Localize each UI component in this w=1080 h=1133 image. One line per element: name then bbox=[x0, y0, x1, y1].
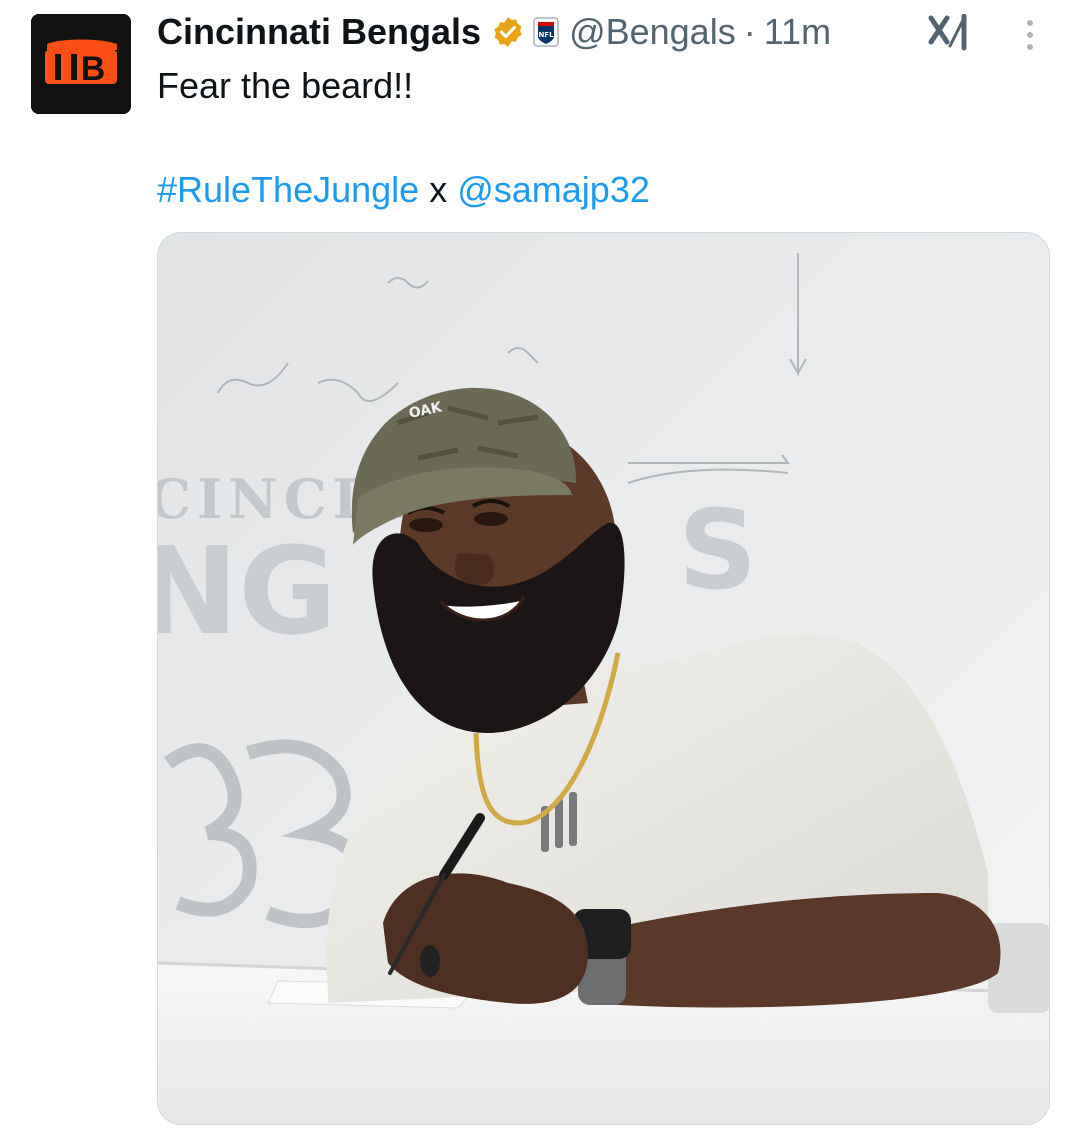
mention-link[interactable]: @samajp32 bbox=[457, 169, 650, 210]
tweet-media-image[interactable]: CINCINN NG S bbox=[157, 232, 1050, 1125]
grok-icon[interactable] bbox=[928, 14, 968, 52]
separator-dot: · bbox=[743, 11, 756, 52]
tweet-timestamp[interactable]: 11m bbox=[764, 11, 831, 53]
wall-text-s: S bbox=[678, 486, 757, 614]
author-handle[interactable]: @Bengals bbox=[569, 11, 736, 53]
tweet-text: Fear the beard!! bbox=[157, 65, 414, 106]
hashtag-link[interactable]: #RuleTheJungle bbox=[157, 169, 419, 210]
svg-text:NFL: NFL bbox=[539, 31, 555, 39]
nfl-affiliate-badge-icon[interactable]: NFL bbox=[533, 17, 559, 47]
more-vertical-icon[interactable] bbox=[1019, 18, 1041, 52]
tweet-links: #RuleTheJungle x @samajp32 bbox=[157, 164, 650, 216]
tweet-header: Cincinnati Bengals NFL @Bengals · 11m bbox=[157, 6, 831, 58]
wall-text-bengals: NG bbox=[158, 523, 337, 662]
photo-bearded-man-signing: CINCINN NG S bbox=[158, 233, 1049, 1124]
author-name[interactable]: Cincinnati Bengals bbox=[157, 11, 481, 53]
bengals-logo-icon: B bbox=[31, 14, 131, 114]
profile-avatar[interactable]: B bbox=[31, 14, 131, 114]
connector-text: x bbox=[429, 169, 448, 210]
verified-badge-icon[interactable] bbox=[491, 15, 525, 49]
avatar-letter: B bbox=[81, 50, 106, 88]
